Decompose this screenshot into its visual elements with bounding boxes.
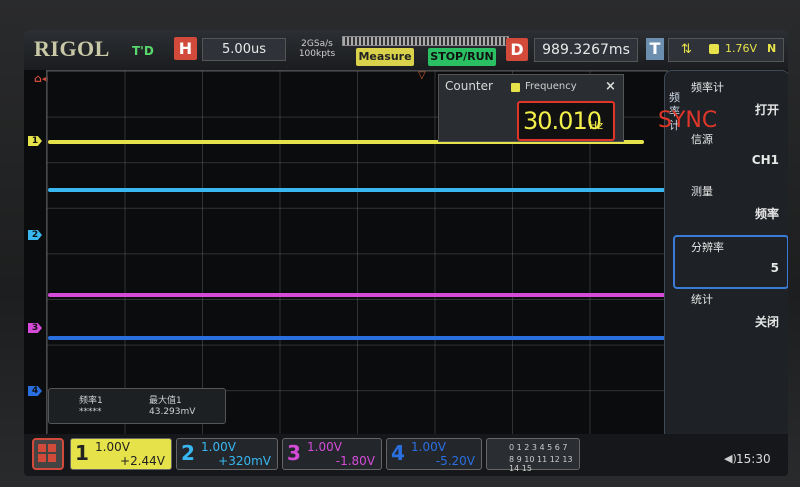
menu-item-value: 5 — [770, 261, 779, 275]
measure-button[interactable]: Measure — [356, 48, 414, 66]
channel-2-trace — [48, 188, 666, 192]
channel-offset: -5.20V — [435, 454, 475, 468]
menu-item-label: 信源 — [691, 133, 713, 146]
trigger-edge-icon: ⇅ — [681, 42, 692, 57]
channel-2-marker[interactable]: 2 — [28, 230, 42, 240]
counter-reading-box: 30.010 Hz — [517, 101, 615, 141]
channel-offset: +2.44V — [120, 454, 165, 468]
channel-1-marker[interactable]: 1 — [28, 136, 42, 146]
top-status-bar: RIGOL T'D H 5.00us 2GSa/s 100kpts Measur… — [24, 30, 788, 70]
menu-item-label: 频率计 — [691, 81, 724, 94]
channel-offset: +320mV — [218, 454, 271, 468]
menu-item-resolution[interactable]: 分辨率 5 — [683, 239, 783, 283]
menu-item-value: CH1 — [751, 153, 779, 167]
channel-1-box[interactable]: 1 1.00V +2.44V — [70, 438, 172, 470]
channel-4-marker[interactable]: 4 — [28, 386, 42, 396]
channel-3-box[interactable]: 3 1.00V -1.80V — [282, 438, 382, 470]
digital-channels-box[interactable]: 0 1 2 3 4 5 6 7 8 9 10 11 12 13 14 15 — [486, 438, 580, 473]
delay-value[interactable]: 989.3267ms — [534, 38, 638, 62]
channel-number: 3 — [287, 441, 301, 465]
channel-3-marker[interactable]: 3 — [28, 323, 42, 333]
memory-depth: 100kpts — [298, 49, 336, 59]
channel-offset: -1.80V — [335, 454, 375, 468]
timebase-value[interactable]: 5.00us — [202, 38, 286, 61]
menu-item-value: 关闭 — [754, 315, 779, 329]
counter-title: Counter — [445, 79, 493, 93]
stop-run-button[interactable]: STOP/RUN — [428, 48, 496, 66]
channel-4-trace — [48, 336, 666, 340]
clock: 15:30 — [736, 452, 771, 466]
channel-number: 2 — [181, 441, 195, 465]
counter-unit: Hz — [589, 119, 604, 132]
trigger-button[interactable]: T — [646, 38, 664, 60]
horizontal-button[interactable]: H — [174, 37, 197, 60]
main-menu-button[interactable] — [32, 438, 64, 470]
stat-value-frequency: ***** — [79, 407, 102, 417]
menu-item-value: 频率 — [754, 207, 779, 221]
statistics-box: 频率1 最大值1 ***** 43.293mV — [48, 388, 226, 424]
channel-scale: 1.00V — [201, 440, 236, 454]
brand-logo: RIGOL — [34, 36, 110, 61]
menu-item-label: 分辨率 — [691, 241, 724, 254]
stat-value-max: 43.293mV — [149, 407, 196, 417]
close-icon[interactable]: × — [605, 79, 616, 94]
counter-popup: Counter Frequency × 30.010 Hz — [438, 74, 624, 142]
channel-number: 4 — [391, 441, 405, 465]
channel-scale: 1.00V — [95, 440, 130, 454]
sync-annotation: SYNC — [658, 108, 718, 133]
digital-row-2: 8 9 10 11 12 13 14 15 — [509, 455, 573, 473]
menu-item-label: 统计 — [691, 293, 713, 306]
stat-header-max: 最大值1 — [149, 396, 182, 406]
channel-scale: 1.00V — [411, 440, 446, 454]
menu-item-source[interactable]: 信源 CH1 — [683, 131, 783, 171]
channel-4-box[interactable]: 4 1.00V -5.20V — [386, 438, 482, 470]
speaker-icon[interactable]: ◀) — [724, 452, 737, 465]
channel-3-trace — [48, 293, 666, 297]
channel-scale: 1.00V — [307, 440, 342, 454]
stat-header-frequency: 频率1 — [79, 396, 103, 406]
bottom-channel-bar: 1 1.00V +2.44V 2 1.00V +320mV 3 1.00V -1… — [24, 434, 788, 476]
run-state-label: T'D — [132, 44, 154, 58]
trigger-panel[interactable]: ⇅ 1.76V N — [668, 38, 784, 62]
trigger-level: 1.76V — [725, 42, 758, 55]
delay-button[interactable]: D — [506, 38, 528, 61]
menu-item-measure[interactable]: 测量 频率 — [683, 183, 783, 223]
trigger-mode: N — [767, 42, 777, 55]
menu-item-label: 测量 — [691, 185, 713, 198]
counter-type: Frequency — [525, 81, 577, 92]
oscilloscope-screen: RIGOL T'D H 5.00us 2GSa/s 100kpts Measur… — [24, 30, 788, 476]
trigger-source-indicator — [709, 44, 719, 54]
digital-row-1: 0 1 2 3 4 5 6 7 — [509, 443, 568, 452]
channel-number: 1 — [75, 441, 89, 465]
counter-source-indicator — [511, 83, 520, 92]
memory-position-strip — [342, 36, 509, 46]
menu-item-value: 打开 — [754, 103, 779, 117]
menu-item-statistics[interactable]: 统计 关闭 — [683, 291, 783, 331]
channel-2-box[interactable]: 2 1.00V +320mV — [176, 438, 278, 470]
